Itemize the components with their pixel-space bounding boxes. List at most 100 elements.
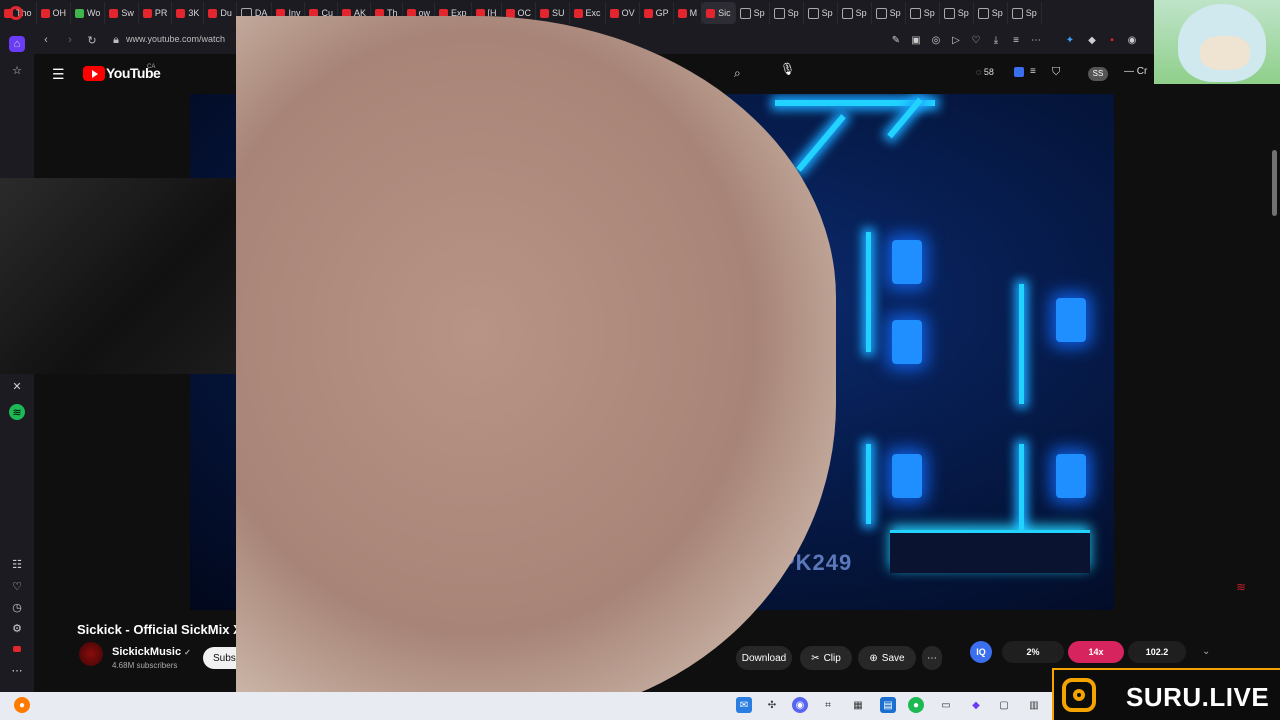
browser-tab[interactable]: PR xyxy=(139,2,173,24)
subscriber-count: 4.68M subscribers xyxy=(112,661,178,670)
save-button[interactable]: ⊕ Save xyxy=(858,646,916,670)
back-icon[interactable]: ‹ xyxy=(38,32,54,48)
rss-icon[interactable]: ◉ xyxy=(1124,32,1140,48)
stream-percent: 2% xyxy=(1002,641,1064,663)
mail-icon[interactable]: ✉ xyxy=(736,697,752,713)
home-icon[interactable]: ⌂ xyxy=(9,36,25,52)
browser-tab[interactable]: Exc xyxy=(570,2,606,24)
snip-icon[interactable]: ⌗ xyxy=(820,697,836,713)
mic-icon[interactable]: 🎙︎ xyxy=(780,62,795,84)
history-icon[interactable]: ◷ xyxy=(9,599,25,615)
tab-label: Du xyxy=(220,8,232,18)
browser-tab[interactable]: OH xyxy=(37,2,72,24)
notification-count[interactable]: ◌ 58 xyxy=(976,67,994,77)
filter-icon[interactable]: ⛉ xyxy=(1052,66,1060,79)
red-logo-icon: ≋ xyxy=(1236,580,1247,594)
youtube-favicon-icon xyxy=(573,8,583,18)
browser-tab[interactable]: Sic xyxy=(702,2,736,24)
browser-tab[interactable]: Sp xyxy=(872,2,906,24)
banner-text: SURU.LIVE xyxy=(1126,682,1270,712)
tab-label: 3K xyxy=(188,8,200,18)
app-icon[interactable] xyxy=(1014,67,1024,77)
download-button[interactable]: Download xyxy=(736,646,792,670)
browser-tab[interactable]: Sp xyxy=(906,2,940,24)
browser-tab[interactable]: Wo xyxy=(71,2,106,24)
download-icon[interactable]: ⤓ xyxy=(988,32,1004,48)
settings-icon[interactable]: ⚙ xyxy=(9,620,25,636)
more-icon[interactable]: ⋯ xyxy=(9,662,25,678)
channel-avatar[interactable] xyxy=(79,642,103,666)
extensions-icon[interactable]: ◎ xyxy=(928,32,944,48)
arrow-icon[interactable]: ◆ xyxy=(968,697,984,713)
heart-toolbar-icon[interactable]: ♡ xyxy=(968,32,984,48)
youtube-sidebar-icon[interactable] xyxy=(9,641,25,657)
webcam-feed xyxy=(0,178,236,374)
photos-icon[interactable]: ▦ xyxy=(850,697,866,713)
tab-label: Sw xyxy=(121,8,134,18)
tab-label: PR xyxy=(154,8,168,18)
opera-logo-icon[interactable] xyxy=(9,6,23,20)
list-icon[interactable]: ≡ xyxy=(1030,66,1036,77)
browser-tab[interactable]: Sp xyxy=(838,2,872,24)
xbox-icon[interactable]: ● xyxy=(908,697,924,713)
forward-icon[interactable]: › xyxy=(62,32,78,48)
lock-icon: 🔒︎ xyxy=(113,33,119,46)
browser-tab[interactable]: Du xyxy=(204,2,237,24)
browser-tab[interactable]: Sp xyxy=(974,2,1008,24)
spotify-icon[interactable]: ≋ xyxy=(9,404,25,420)
docs-icon[interactable]: ▤ xyxy=(880,697,896,713)
stream-multiplier: 14x xyxy=(1068,641,1124,663)
discord-icon[interactable]: ◉ xyxy=(792,697,808,713)
browser-tab[interactable]: Sp xyxy=(770,2,804,24)
youtube-logo-icon[interactable] xyxy=(83,66,105,81)
menu-icon[interactable]: ≡ xyxy=(1008,32,1024,48)
browser-tab[interactable]: 3K xyxy=(172,2,205,24)
pin-icon[interactable]: ✦ xyxy=(1062,32,1078,48)
scissors-icon: ✂ xyxy=(811,652,820,664)
browser-tab[interactable]: GP xyxy=(640,2,674,24)
scrollbar[interactable] xyxy=(1272,150,1277,216)
browser-tab[interactable]: OV xyxy=(606,2,640,24)
browser-tab[interactable]: Sp xyxy=(804,2,838,24)
create-button[interactable]: — Cr xyxy=(1124,66,1147,77)
browser-tab[interactable]: Sp xyxy=(940,2,974,24)
neon-light xyxy=(1019,284,1024,404)
verified-icon: ✓ xyxy=(184,648,191,657)
browser-tab[interactable]: Sp xyxy=(736,2,770,24)
youtube-favicon-icon xyxy=(609,8,619,18)
puzzle-icon[interactable]: ⋯ xyxy=(1028,32,1044,48)
search-icon[interactable]: ⌕ xyxy=(734,66,741,81)
bookmark-icon[interactable]: ☆ xyxy=(9,62,25,78)
play-icon[interactable]: ▷ xyxy=(948,32,964,48)
chevron-down-icon[interactable]: ⌄ xyxy=(1202,646,1210,657)
tab-label: SU xyxy=(552,8,565,18)
generic-favicon-icon xyxy=(841,7,853,19)
hamburger-icon[interactable]: ☰ xyxy=(52,66,65,83)
edit-icon[interactable]: ✎ xyxy=(888,32,904,48)
youtube-favicon-icon xyxy=(208,8,218,18)
browser-tab[interactable]: M xyxy=(674,2,703,24)
browser-tab[interactable]: Sw xyxy=(105,2,139,24)
calc-icon[interactable]: ▥ xyxy=(1026,697,1042,713)
clip-button[interactable]: ✂ Clip xyxy=(800,646,852,670)
pocket-icon[interactable]: ▪ xyxy=(1104,32,1120,48)
reload-icon[interactable]: ↻ xyxy=(84,32,100,48)
stream-widget-icon[interactable]: IQ xyxy=(970,641,992,663)
url-text[interactable]: www.youtube.com/watch xyxy=(126,34,225,44)
ublock-icon[interactable]: ◆ xyxy=(1084,32,1100,48)
notification-icon[interactable]: ● xyxy=(14,697,30,713)
sliders-icon[interactable]: ☷ xyxy=(9,556,25,572)
x-icon[interactable]: ✕ xyxy=(9,378,25,394)
task-icon[interactable]: ▭ xyxy=(938,697,954,713)
heart-icon[interactable]: ♡ xyxy=(9,578,25,594)
generic-favicon-icon xyxy=(875,7,887,19)
more-button[interactable]: ⋯ xyxy=(922,646,942,670)
tab-label: Wo xyxy=(87,8,101,18)
browser-tab[interactable]: Sp xyxy=(1008,2,1042,24)
share-icon[interactable]: ✣ xyxy=(764,697,780,713)
user-avatar[interactable]: SS xyxy=(1088,67,1108,81)
monitor-icon[interactable]: ▢ xyxy=(996,697,1012,713)
neon-light xyxy=(1019,444,1024,534)
camera-icon[interactable]: ▣ xyxy=(908,32,924,48)
channel-name[interactable]: SickickMusic ✓ xyxy=(112,646,191,658)
